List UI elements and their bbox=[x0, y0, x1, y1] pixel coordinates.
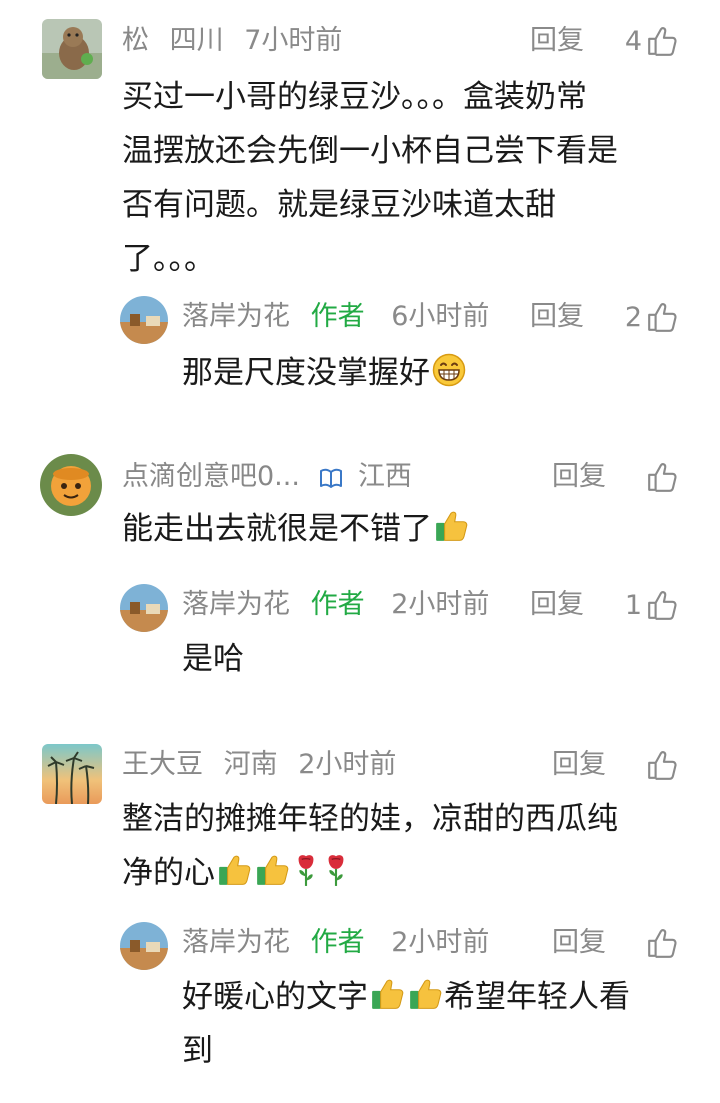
avatar[interactable] bbox=[42, 744, 102, 804]
timestamp: 7小时前 bbox=[244, 25, 343, 56]
reply-text: 好暖心的文字 希望年轻人看 到 bbox=[182, 970, 682, 1078]
like-count: 1 bbox=[624, 589, 642, 621]
thumbs-up-emoji bbox=[408, 977, 442, 1011]
author-tag: 作者 bbox=[310, 301, 365, 332]
thumbs-up-icon bbox=[646, 589, 678, 621]
username[interactable]: 王大豆 bbox=[122, 749, 203, 780]
avatar[interactable] bbox=[40, 454, 102, 516]
thumbs-up-emoji bbox=[217, 853, 251, 887]
timestamp: 2小时前 bbox=[391, 589, 490, 620]
username[interactable]: 点滴创意吧0... bbox=[122, 461, 300, 492]
rose-emoji bbox=[323, 853, 349, 887]
reply-text: 那是尺度没掌握好 bbox=[182, 346, 468, 400]
like-button[interactable] bbox=[606, 460, 678, 494]
reply-button[interactable]: 回复 bbox=[552, 460, 606, 494]
reply-button[interactable]: 回复 bbox=[552, 926, 606, 960]
author-tag: 作者 bbox=[310, 589, 365, 620]
reply-meta: 落岸为花 作者 2小时前 bbox=[182, 588, 489, 622]
avatar[interactable] bbox=[120, 584, 168, 632]
text-line: 到 bbox=[182, 1033, 213, 1069]
text: 好暖心的文字 bbox=[182, 979, 368, 1015]
username[interactable]: 落岸为花 bbox=[182, 927, 290, 958]
like-button[interactable] bbox=[606, 926, 678, 960]
like-button[interactable] bbox=[606, 748, 678, 782]
reply-button[interactable]: 回复 bbox=[552, 748, 606, 782]
username[interactable]: 落岸为花 bbox=[182, 589, 290, 620]
text: 那是尺度没掌握好 bbox=[182, 355, 430, 391]
like-button[interactable]: 1 bbox=[606, 588, 678, 622]
timestamp: 2小时前 bbox=[298, 749, 397, 780]
username[interactable]: 松 bbox=[122, 25, 149, 56]
text: 希望年轻人看 bbox=[444, 979, 630, 1015]
timestamp: 6小时前 bbox=[391, 301, 490, 332]
reply-button[interactable]: 回复 bbox=[530, 24, 584, 58]
reply-button[interactable]: 回复 bbox=[530, 300, 584, 334]
timestamp: 2小时前 bbox=[391, 927, 490, 958]
text-line: 好暖心的文字 希望年轻人看 bbox=[182, 970, 682, 1024]
text-line: 否有问题。就是绿豆沙味道太甜 bbox=[122, 187, 556, 223]
text-line: 买过一小哥的绿豆沙。。。盒装奶常 bbox=[122, 79, 587, 115]
comment-text: 能走出去就很是不错了 bbox=[122, 502, 470, 556]
vip-book-icon bbox=[319, 468, 342, 488]
rose-emoji bbox=[293, 853, 319, 887]
reply-meta: 落岸为花 作者 6小时前 bbox=[182, 300, 489, 334]
avatar[interactable] bbox=[120, 922, 168, 970]
thumbs-up-icon bbox=[646, 927, 678, 959]
thumbs-up-emoji bbox=[255, 853, 289, 887]
avatar[interactable] bbox=[42, 19, 102, 79]
avatar[interactable] bbox=[120, 296, 168, 344]
text: 能走出去就很是不错了 bbox=[122, 511, 432, 547]
location: 河南 bbox=[223, 749, 278, 780]
thumbs-up-icon bbox=[646, 25, 678, 57]
comment-meta: 王大豆 河南 2小时前 bbox=[122, 748, 396, 782]
text-line: 净的心 bbox=[122, 846, 682, 900]
username[interactable]: 落岸为花 bbox=[182, 301, 290, 332]
like-button[interactable]: 4 bbox=[606, 24, 678, 58]
thumbs-up-icon bbox=[646, 301, 678, 333]
comment-text: 买过一小哥的绿豆沙。。。盒装奶常 温摆放还会先倒一小杯自己尝下看是 否有问题。就… bbox=[122, 70, 682, 286]
like-count: 4 bbox=[624, 25, 642, 57]
comment-meta: 松 四川 7小时前 bbox=[122, 24, 342, 58]
thumbs-up-icon bbox=[646, 749, 678, 781]
thumbs-up-emoji bbox=[434, 509, 468, 543]
reply-text: 是哈 bbox=[182, 641, 244, 677]
comment-meta: 点滴创意吧0... 江西 bbox=[122, 460, 412, 494]
location: 四川 bbox=[169, 25, 224, 56]
thumbs-up-icon bbox=[646, 461, 678, 493]
grinning-face-icon bbox=[432, 353, 466, 387]
like-count: 2 bbox=[624, 301, 642, 333]
reply-meta: 落岸为花 作者 2小时前 bbox=[182, 926, 489, 960]
author-tag: 作者 bbox=[310, 927, 365, 958]
text-line: 温摆放还会先倒一小杯自己尝下看是 bbox=[122, 133, 618, 169]
like-button[interactable]: 2 bbox=[606, 300, 678, 334]
location: 江西 bbox=[357, 461, 412, 492]
text-line: 整洁的摊摊年轻的娃，凉甜的西瓜纯 bbox=[122, 801, 618, 837]
text: 净的心 bbox=[122, 855, 215, 891]
text-line: 了。。。 bbox=[122, 241, 215, 277]
comment-text: 整洁的摊摊年轻的娃，凉甜的西瓜纯 净的心 bbox=[122, 792, 682, 900]
reply-button[interactable]: 回复 bbox=[530, 588, 584, 622]
thumbs-up-emoji bbox=[370, 977, 404, 1011]
